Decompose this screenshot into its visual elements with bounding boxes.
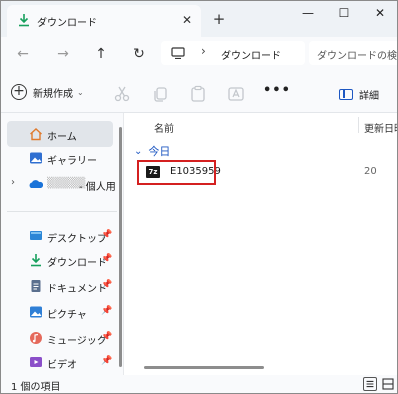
cut-icon[interactable] <box>113 85 131 103</box>
more-options-icon[interactable]: ••• <box>263 83 290 99</box>
tiles-view-icon[interactable] <box>381 377 395 391</box>
sidebar-item-label: ビデオ <box>47 360 77 371</box>
pin-icon[interactable]: 📌 <box>101 332 112 342</box>
column-divider[interactable] <box>358 117 359 133</box>
group-header-today[interactable]: ⌄ 今日 <box>134 143 170 159</box>
home-icon <box>30 128 42 141</box>
gallery-icon <box>30 152 42 164</box>
details-view-icon[interactable] <box>363 377 377 391</box>
sidebar-scrollbar[interactable] <box>119 127 122 367</box>
navigation-pane: ホーム ギャラリー › ▒▒▒▒▒ - 個人用 デスクトップ 📌 ダウンロード … <box>1 113 123 375</box>
refresh-button[interactable]: ↻ <box>127 43 151 65</box>
videos-icon <box>30 357 42 367</box>
close-tab-icon[interactable]: ✕ <box>177 10 197 30</box>
file-list-pane: 名前 更新日時 ⌄ 今日 7z E1035959 20 <box>124 113 397 375</box>
details-label: 詳細 <box>359 90 379 102</box>
sidebar-item-videos[interactable]: ビデオ 📌 <box>7 349 113 375</box>
status-bar: 1 個の項目 <box>1 375 397 393</box>
sidebar-item-label: ホーム <box>47 132 77 143</box>
forward-button[interactable]: → <box>51 43 75 65</box>
sidebar-item-label: - 個人用 <box>79 182 116 193</box>
music-icon <box>30 332 42 344</box>
paste-icon[interactable] <box>189 85 207 103</box>
documents-icon <box>31 280 41 292</box>
sidebar-divider <box>7 211 117 212</box>
file-explorer-window: ダウンロード ✕ + — ☐ ✕ ← → ↑ ↻ › ダウンロード ダウンロード… <box>0 0 398 394</box>
item-count: 1 個の項目 <box>11 382 61 393</box>
highlight-box <box>137 160 216 185</box>
back-button[interactable]: ← <box>11 43 35 65</box>
plus-icon: + <box>11 84 27 100</box>
onedrive-icon <box>29 180 43 188</box>
new-button[interactable]: + 新規作成 ⌄ <box>11 81 84 103</box>
title-bar: ダウンロード ✕ + — ☐ ✕ <box>1 1 397 37</box>
sidebar-item-music[interactable]: ミュージック 📌 <box>7 325 113 351</box>
desktop-icon <box>30 231 42 240</box>
close-window-button[interactable]: ✕ <box>363 1 397 27</box>
sidebar-item-label: ダウンロード <box>47 258 107 269</box>
download-icon <box>31 254 41 267</box>
sidebar-item-home[interactable]: ホーム <box>7 121 113 147</box>
sidebar-item-downloads[interactable]: ダウンロード 📌 <box>7 247 113 273</box>
pictures-icon <box>30 306 42 318</box>
breadcrumb-separator: › <box>201 44 206 58</box>
download-icon <box>19 14 29 27</box>
content-scrollbar[interactable] <box>144 366 264 369</box>
sidebar-item-documents[interactable]: ドキュメント 📌 <box>7 273 113 299</box>
tab-title: ダウンロード <box>37 18 97 29</box>
sidebar-item-label: ピクチャ <box>47 310 87 321</box>
maximize-button[interactable]: ☐ <box>327 1 361 27</box>
search-input[interactable]: ダウンロードの検索 <box>309 41 397 65</box>
details-pane-icon <box>339 88 353 100</box>
sidebar-item-desktop[interactable]: デスクトップ 📌 <box>7 223 113 249</box>
chevron-down-icon: ⌄ <box>134 145 143 157</box>
sidebar-item-label: ミュージック <box>47 336 107 347</box>
rename-icon[interactable] <box>227 85 245 103</box>
pin-icon[interactable]: 📌 <box>101 254 112 264</box>
details-button[interactable]: 詳細 <box>339 85 379 103</box>
pin-icon[interactable]: 📌 <box>101 306 112 316</box>
sidebar-item-gallery[interactable]: ギャラリー <box>7 145 113 171</box>
group-label: 今日 <box>148 145 171 158</box>
address-bar[interactable]: › ダウンロード <box>161 41 305 65</box>
sidebar-item-pictures[interactable]: ピクチャ 📌 <box>7 299 113 325</box>
navigation-bar: ← → ↑ ↻ › ダウンロード ダウンロードの検索 <box>1 37 397 69</box>
pin-icon[interactable]: 📌 <box>101 280 112 290</box>
up-button[interactable]: ↑ <box>89 43 113 65</box>
command-bar: + 新規作成 ⌄ ••• 詳細 <box>1 69 397 113</box>
column-header-date[interactable]: 更新日時 <box>364 120 397 135</box>
computer-icon <box>171 47 185 59</box>
minimize-button[interactable]: — <box>291 1 325 27</box>
expand-chevron-icon[interactable]: › <box>11 177 15 188</box>
copy-icon[interactable] <box>151 85 169 103</box>
sidebar-item-label: ギャラリー <box>47 156 97 167</box>
chevron-down-icon: ⌄ <box>77 87 84 97</box>
pin-icon[interactable]: 📌 <box>101 356 112 366</box>
column-header-name[interactable]: 名前 <box>154 120 174 135</box>
pin-icon[interactable]: 📌 <box>101 230 112 240</box>
sidebar-item-label: デスクトップ <box>47 234 107 245</box>
new-button-label: 新規作成 <box>33 88 73 100</box>
tab-downloads[interactable]: ダウンロード ✕ <box>7 5 201 37</box>
breadcrumb-downloads[interactable]: ダウンロード <box>221 47 281 62</box>
new-tab-button[interactable]: + <box>209 9 229 29</box>
sidebar-item-onedrive[interactable]: › ▒▒▒▒▒ - 個人用 <box>7 171 116 197</box>
file-date: 20 <box>364 166 377 177</box>
column-header-row: 名前 更新日時 <box>124 113 397 137</box>
sidebar-item-label: ドキュメント <box>47 284 107 295</box>
